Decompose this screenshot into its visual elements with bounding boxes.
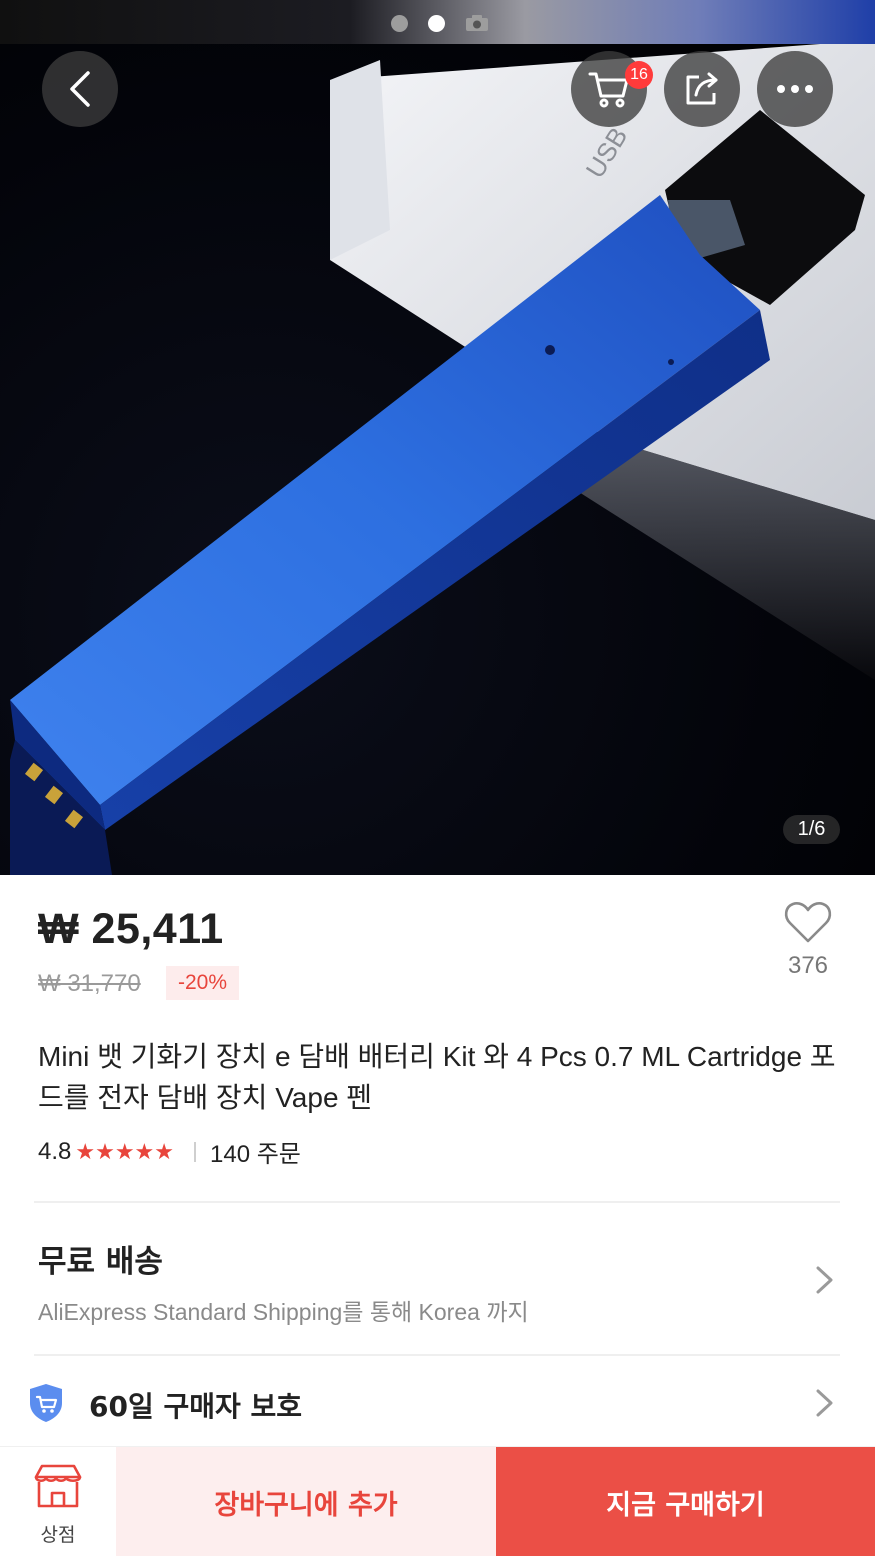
separator [194,1141,196,1162]
image-counter: 1/6 [783,815,840,844]
bottom-action-bar: 상점 장바구니에 추가 지금 구매하기 [0,1446,875,1556]
camera-icon[interactable] [465,14,489,32]
pager-dot-active[interactable] [428,14,445,32]
back-button[interactable] [42,51,118,127]
orders-count: 140 주문 [210,1141,301,1168]
chevron-right-icon [816,1389,833,1417]
product-title: Mini 뱃 기화기 장치 e 담배 배터리 Kit 와 4 Pcs 0.7 M… [38,1041,836,1113]
add-to-cart-button[interactable]: 장바구니에 추가 [116,1447,496,1556]
heart-icon [784,902,832,943]
buy-now-button[interactable]: 지금 구매하기 [496,1447,875,1556]
pager-dot[interactable] [391,14,408,32]
cart-button[interactable]: 16 [571,51,653,127]
shipping-subtitle: AliExpress Standard Shipping를 통해 Korea 까… [38,1299,529,1325]
share-button[interactable] [664,51,740,127]
share-icon [686,72,718,105]
rating-row: 4.8 ★★★★★ 140 주문 [38,1134,301,1169]
store-button[interactable]: 상점 [0,1447,116,1556]
product-photo: USB [10,40,875,875]
chevron-right-icon [816,1266,833,1294]
shipping-title: 무료 배송 [38,1244,163,1280]
chevron-left-icon [70,71,90,107]
current-price: ₩ 25,411 [38,905,224,953]
original-price: ₩ 31,770 [38,970,141,997]
divider [34,1201,840,1203]
rating-value: 4.8 [38,1137,72,1165]
shield-cart-icon [30,1384,62,1422]
divider [34,1354,840,1356]
more-options-button[interactable] [757,51,833,127]
discount-badge: -20% [166,966,240,1000]
more-dots-icon [777,85,813,93]
wishlist-button[interactable]: 376 [780,900,836,980]
star-rating-icons: ★★★★★ [75,1138,174,1164]
store-icon [34,1464,82,1508]
product-image-gallery[interactable]: USB 16 1/6 [0,0,875,875]
gallery-pager[interactable] [391,14,489,32]
cart-count-badge: 16 [625,61,653,89]
buyer-protection-title: 60일 구매자 보호 [89,1390,303,1423]
store-label: 상점 [40,1524,76,1546]
wishlist-count: 376 [787,952,829,979]
